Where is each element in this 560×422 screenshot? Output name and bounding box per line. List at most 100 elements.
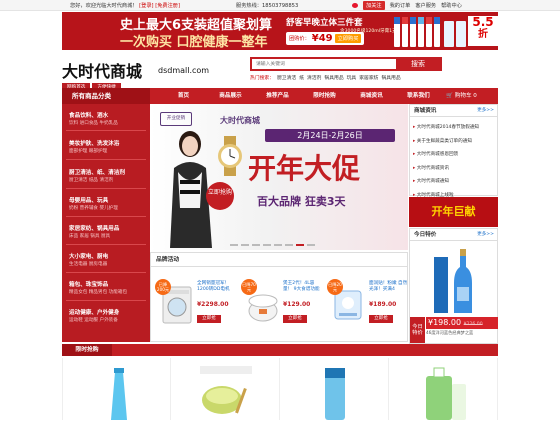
brand-item-price: ¥189.00 [369,301,397,308]
product-card[interactable] [390,358,498,420]
flash-sale-bar: 限时抢购 [62,344,498,356]
buy-button[interactable]: 立即抢 [369,315,393,323]
logo-title: 大时代商城 [62,62,143,81]
nav-item-flash-sale[interactable]: 限时抢购 [301,88,348,104]
brand-header: 品牌活动 [151,253,407,267]
hot-search-link[interactable]: 锅具用品 [324,74,343,81]
weibo-icon[interactable] [352,3,358,8]
top-banner-ad[interactable]: 史上最大6支装超值聚划算 一次购买 口腔健康一整年 舒客早晚立体三件套 含300… [62,12,498,50]
nav-item-news[interactable]: 商城资讯 [348,88,395,104]
top-bar: 您好，欢迎光临大时代商城！ [登录] [免费注册] 服务热线：185037988… [0,0,560,11]
divider [66,300,146,301]
nav-item-contact[interactable]: 联系我们 [395,88,442,104]
category-sidebar: 食品饮料、酒水 饮料 进口食品 牛奶乳品 美妆护肤、洗发沐浴 面部护理 眼部护理 厨… [62,104,150,342]
welcome-text: 您好，欢迎光临大时代商城！ [登录] [免费注册] [70,3,181,9]
logo-domain: dsdmall.com [158,66,210,75]
category-item[interactable]: 大小家电、厨电 生活电器 厨房电器 [69,252,108,267]
hot-search-link[interactable]: 纸 [299,74,304,81]
brand-item-price: ¥2298.00 [197,301,229,308]
brand-item[interactable]: 已降20元 面润贴！粉嫩 自然光泽！买满4 ¥189.00 立即抢 [325,275,409,335]
today-product-name[interactable]: 46度洋河蓝色经典梦之蓝 [426,330,498,335]
my-orders-link[interactable]: 我的订单 [390,2,411,9]
grab-now-badge[interactable]: 立即抢购 [206,182,234,210]
search-input[interactable] [252,59,392,69]
search-button[interactable]: 搜索 [396,59,440,69]
category-item[interactable]: 箱包、珠宝饰品 精品女包 精品男包 功能箱包 [69,280,127,295]
news-item[interactable]: 大时代商城感恩回馈 [413,148,494,162]
news-more-link[interactable]: 更多>> [477,105,494,117]
today-header: 今日特价 更多>> [410,229,497,241]
brand-item-name[interactable]: 全网销量冠军！1200转DD电机 [197,281,237,293]
divider [66,130,146,131]
slider-dot[interactable] [230,244,238,246]
category-item[interactable]: 运动健康、户外健身 运动鞋 运动服 户外装备 [69,308,119,323]
hot-search-link[interactable]: 厨卫清洁 [277,74,296,81]
hot-search-link[interactable]: 家居家纺 [359,74,378,81]
slider-subline: 百大品牌 狂卖3天 [257,195,346,208]
category-item[interactable]: 美妆护肤、洗发沐浴 面部护理 眼部护理 [69,139,119,154]
brand-item-name[interactable]: 面润贴！粉嫩 自然光泽！买满4 [369,281,409,293]
news-list: 大时代商城2014春节放假通知 关于生鲜蔬菜类订单的通知 大时代商城感恩回馈 大… [410,117,497,206]
cart-link[interactable]: 🛒 购物车 0 [446,88,477,104]
slider-dot[interactable] [274,244,282,246]
register-link[interactable]: [免费注册] [155,3,180,9]
search-bar: 搜索 [250,57,442,71]
product-card[interactable] [281,358,389,420]
promo-banner[interactable]: 开年巨献 [409,197,498,227]
category-item[interactable]: 家居家纺、锅具用品 床品 家居 锅具 厨具 [69,224,119,239]
divider [66,188,146,189]
product-card[interactable] [63,358,171,420]
customer-service-link[interactable]: 客户服务 [415,2,436,9]
product-card[interactable] [172,358,280,420]
liquor-bottle-image[interactable] [430,247,480,315]
divider [66,272,146,273]
news-item[interactable]: 大时代商城通知 [413,175,494,189]
buy-button[interactable]: 立即抢 [283,315,307,323]
divider [66,244,146,245]
slider-dot[interactable] [252,244,260,246]
today-price: ¥198.00 ¥226.00 [426,317,498,329]
help-center-link[interactable]: 帮助中心 [441,2,462,9]
brand-item-price: ¥129.00 [283,301,311,308]
brand-item[interactable]: 已降70元 煲王2代！4L容量！ 9大食谱功能 ¥129.00 立即抢 [239,275,323,335]
news-item[interactable]: 大时代商城资讯 [413,162,494,176]
brand-item-name[interactable]: 煲王2代！4L容量！ 9大食谱功能 [283,281,323,293]
buy-now-button[interactable]: 立即购买 [334,34,362,43]
nav-item-home[interactable]: 首页 [160,88,207,104]
buy-button[interactable]: 立即抢 [197,315,221,323]
hot-search-link[interactable]: 清洁剂 [307,74,321,81]
slider-dot[interactable] [285,244,293,246]
nav-item-products[interactable]: 商品展示 [207,88,254,104]
news-item[interactable]: 关于生鲜蔬菜类订单的通知 [413,135,494,149]
slider-dot[interactable] [307,244,315,246]
slider-dates: 2月24日-2月26日 [265,129,395,142]
main-nav: 所有商品分类 首页 商品展示 推荐产品 限时抢购 商城资讯 联系我们 🛒 购物车… [62,88,498,104]
hot-search-link[interactable]: 锅具用品 [381,74,400,81]
all-categories-button[interactable]: 所有商品分类 [62,88,150,104]
category-item[interactable]: 母婴用品、玩具 奶粉 营养辅食 婴儿护理 [69,196,118,211]
hotline: 服务热线：18503798853 [236,3,299,9]
slider-dot-active[interactable] [296,244,304,246]
hot-searches: 热门搜索： 厨卫清洁 纸 清洁剂 锅具用品 玩具 家居家纺 锅具用品 [250,74,401,81]
news-header: 商城资讯 更多>> [410,105,497,117]
category-item[interactable]: 厨卫清洁、纸、清洁剂 厨卫清洁 纸品 清洁剂 [69,168,125,183]
news-item[interactable]: 大时代商城2014春节放假通知 [413,121,494,135]
nav-item-recommended[interactable]: 推荐产品 [254,88,301,104]
group-price: ¥49 [311,33,333,44]
follow-weibo-button[interactable]: 加关注 [363,1,385,10]
today-more-link[interactable]: 更多>> [477,229,494,241]
login-link[interactable]: [登录] [139,3,153,9]
top-right-links: 加关注 我的订单 客户服务 帮助中心 [352,1,462,10]
site-logo[interactable]: 大时代商城 网购首选 方便快捷 dsdmall.com [62,58,209,91]
brand-item[interactable]: 已降200元 全网销量冠军！1200转DD电机 ¥2298.00 立即抢 [153,275,237,335]
hero-slider[interactable]: 开业促销 大时代商城 2月24日-2月26日 开年大促 百大品牌 狂卖3天 立即… [150,104,408,250]
today-price-bar: 今日特价 ¥198.00 ¥226.00 46度洋河蓝色经典梦之蓝 [410,317,498,343]
slider-headline: 开年大促 [248,152,361,185]
slider-dot[interactable] [241,244,249,246]
slider-shop-name: 大时代商城 [220,116,260,125]
category-item[interactable]: 食品饮料、酒水 饮料 进口食品 牛奶乳品 [69,111,118,126]
hot-search-link[interactable]: 玩具 [347,74,357,81]
product-image [325,368,345,420]
slider-dot[interactable] [263,244,271,246]
cart-icon: 🛒 [446,93,453,99]
